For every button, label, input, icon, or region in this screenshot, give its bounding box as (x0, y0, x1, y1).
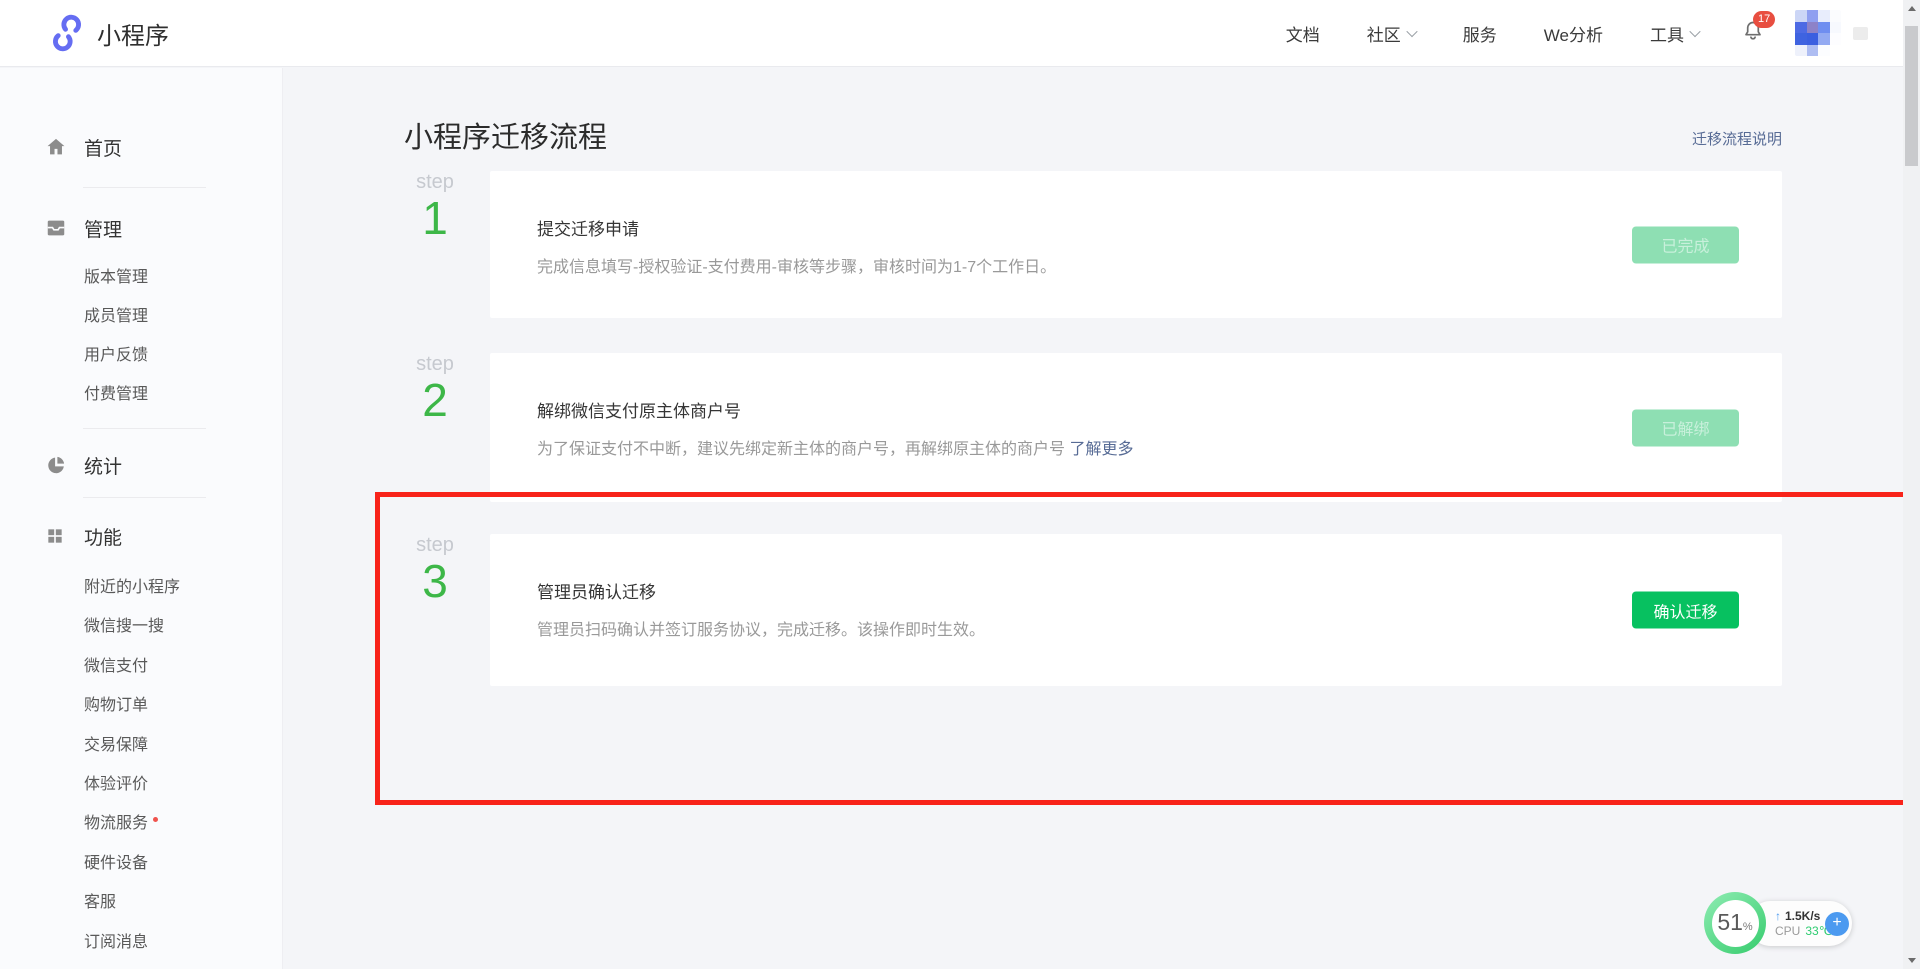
step-2-indicator: step 2 (404, 353, 466, 425)
sidebar-item-payment-management[interactable]: 付费管理 (0, 375, 282, 414)
sidebar-divider (83, 187, 206, 188)
upload-speed: 1.5K/s (1785, 909, 1820, 923)
pie-chart-icon (45, 454, 67, 476)
home-icon (45, 136, 67, 158)
sidebar: 首页 管理 版本管理 成员管理 用户反馈 付费管理 (0, 68, 283, 969)
nav-tools[interactable]: 工具 (1650, 21, 1699, 46)
page-title: 小程序迁移流程 (404, 114, 607, 156)
sidebar-item-version-management[interactable]: 版本管理 (0, 258, 282, 297)
memory-usage-ball[interactable]: 51 % (1704, 892, 1766, 954)
new-badge-dot (153, 817, 158, 822)
step-2-card: 解绑微信支付原主体商户号 为了保证支付不中断，建议先绑定新主体的商户号，再解绑原… (490, 353, 1782, 502)
nav-community[interactable]: 社区 (1367, 21, 1416, 46)
step-1-card: 提交迁移申请 完成信息填写-授权验证-支付费用-审核等步骤，审核时间为1-7个工… (490, 171, 1782, 318)
management-sublist: 版本管理 成员管理 用户反馈 付费管理 (0, 258, 282, 414)
logo-label: 小程序 (97, 16, 169, 51)
miniprogram-logo-icon (49, 13, 85, 53)
header-misc-box (1853, 27, 1868, 40)
brand-logo[interactable]: 小程序 (49, 13, 169, 53)
nav-we-analysis[interactable]: We分析 (1544, 21, 1603, 46)
notification-count-badge: 17 (1753, 11, 1775, 28)
sidebar-item-user-feedback[interactable]: 用户反馈 (0, 336, 282, 375)
sidebar-item-shopping-orders[interactable]: 购物订单 (0, 686, 282, 725)
memory-percent: 51 (1717, 911, 1743, 934)
step-3-title: 管理员确认迁移 (537, 578, 656, 603)
sidebar-item-member-management[interactable]: 成员管理 (0, 297, 282, 336)
chevron-down-icon (1406, 26, 1417, 37)
notifications-button[interactable]: 17 (1741, 19, 1765, 48)
upload-arrow-icon: ↑ (1775, 909, 1781, 923)
sidebar-item-management[interactable]: 管理 (0, 204, 282, 252)
avatar[interactable] (1795, 10, 1841, 56)
sidebar-item-statistics[interactable]: 统计 (0, 441, 282, 489)
step-number: 3 (404, 556, 466, 606)
scroll-up-arrow[interactable] (1903, 0, 1920, 17)
sidebar-item-logistics-service[interactable]: 物流服务 (0, 804, 282, 843)
step-2-title: 解绑微信支付原主体商户号 (537, 397, 741, 422)
step-3-card: 管理员确认迁移 管理员扫码确认并签订服务协议，完成迁移。该操作即时生效。 确认迁… (490, 534, 1782, 686)
main-content: 小程序迁移流程 迁移流程说明 step 1 提交迁移申请 完成信息填写-授权验证… (283, 67, 1903, 969)
sidebar-item-nearby-miniprograms[interactable]: 附近的小程序 (0, 568, 282, 607)
nav-services[interactable]: 服务 (1463, 21, 1497, 46)
cpu-label: CPU (1775, 924, 1800, 938)
step-2-description: 为了保证支付不中断，建议先绑定新主体的商户号，再解绑原主体的商户号 了解更多 (537, 435, 1133, 459)
accelerate-plus-button[interactable]: + (1825, 912, 1849, 936)
scrollbar-thumb[interactable] (1905, 26, 1918, 166)
step-1-description: 完成信息填写-授权验证-支付费用-审核等步骤，审核时间为1-7个工作日。 (537, 253, 1056, 277)
step-3-indicator: step 3 (404, 534, 466, 606)
sidebar-item-hardware-devices[interactable]: 硬件设备 (0, 844, 282, 883)
memory-percent-unit: % (1743, 921, 1753, 933)
scroll-down-arrow[interactable] (1903, 952, 1920, 969)
app-window: 小程序 文档 社区 服务 We分析 工具 17 (0, 0, 1920, 969)
sidebar-item-transaction-guarantee[interactable]: 交易保障 (0, 726, 282, 765)
sidebar-item-customer-service[interactable]: 客服 (0, 883, 282, 922)
grid-icon (45, 525, 67, 547)
nav-docs[interactable]: 文档 (1286, 21, 1320, 46)
step-1-title: 提交迁移申请 (537, 215, 639, 240)
step-3-description: 管理员扫码确认并签订服务协议，完成迁移。该操作即时生效。 (537, 616, 985, 640)
top-header: 小程序 文档 社区 服务 We分析 工具 17 (0, 0, 1920, 67)
tray-icon (45, 217, 67, 239)
sidebar-item-wechat-pay[interactable]: 微信支付 (0, 647, 282, 686)
sidebar-item-experience-review[interactable]: 体验评价 (0, 765, 282, 804)
step-number: 2 (404, 375, 466, 425)
step-1-indicator: step 1 (404, 171, 466, 243)
migration-help-link[interactable]: 迁移流程说明 (1692, 128, 1782, 149)
step-number: 1 (404, 193, 466, 243)
sidebar-item-features[interactable]: 功能 (0, 512, 282, 560)
page-scrollbar[interactable] (1903, 0, 1920, 969)
sidebar-item-home[interactable]: 首页 (0, 123, 282, 171)
step-1-status-button: 已完成 (1632, 226, 1739, 263)
features-sublist: 附近的小程序 微信搜一搜 微信支付 购物订单 交易保障 体验评价 物流服务 硬件… (0, 568, 282, 962)
chevron-down-icon (1689, 26, 1700, 37)
sidebar-divider (83, 428, 206, 429)
confirm-migration-button[interactable]: 确认迁移 (1632, 592, 1739, 629)
sidebar-item-wechat-search[interactable]: 微信搜一搜 (0, 607, 282, 646)
step-2-status-button: 已解绑 (1632, 409, 1739, 446)
learn-more-link[interactable]: 了解更多 (1069, 441, 1133, 458)
sidebar-item-subscription-messages[interactable]: 订阅消息 (0, 923, 282, 962)
top-nav: 文档 社区 服务 We分析 工具 17 (1239, 10, 1868, 56)
sidebar-divider (83, 497, 206, 498)
